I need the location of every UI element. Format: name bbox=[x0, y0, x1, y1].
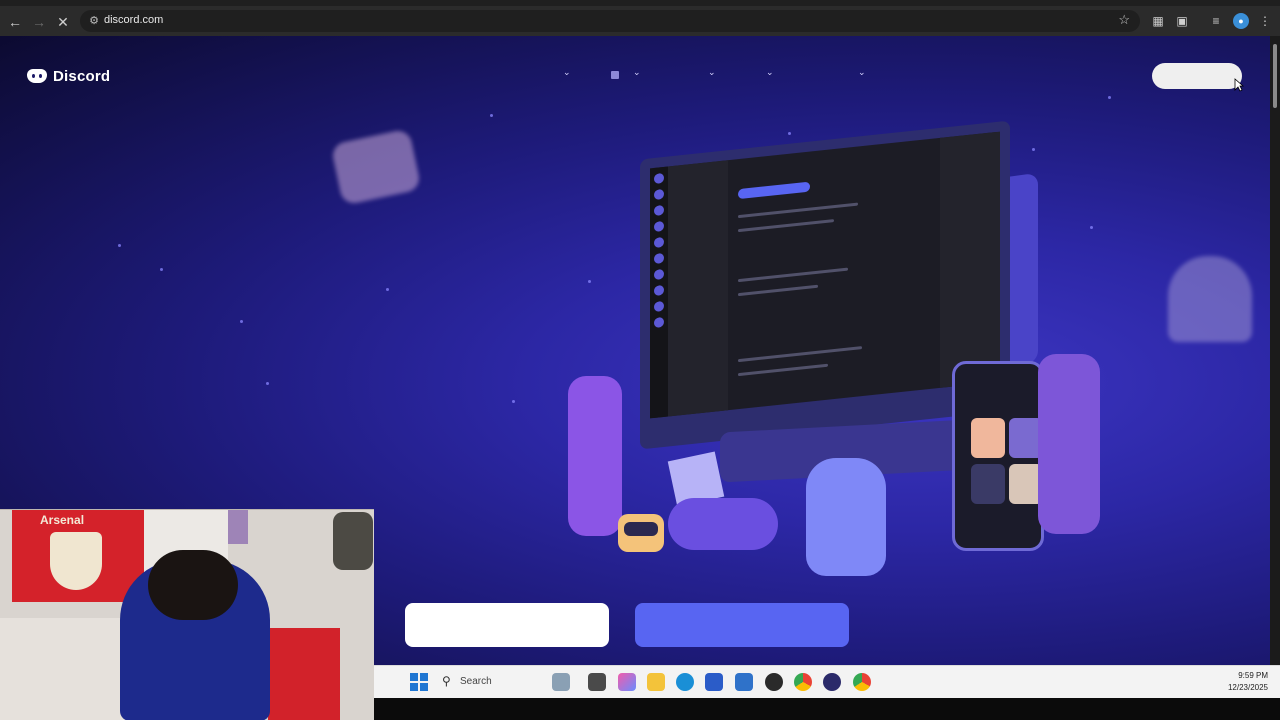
search-icon: ⚲ bbox=[442, 674, 451, 688]
game-controller-illustration bbox=[668, 498, 778, 550]
video-tile bbox=[971, 464, 1005, 504]
download-button[interactable] bbox=[405, 603, 609, 647]
nav-dropdown-chevron-icon[interactable]: ⌄ bbox=[858, 67, 866, 78]
bookmark-star-icon[interactable]: ☆ bbox=[1118, 12, 1130, 28]
file-explorer-icon[interactable] bbox=[647, 673, 665, 691]
streamer-hair bbox=[148, 550, 238, 620]
copilot-icon[interactable] bbox=[618, 673, 636, 691]
address-bar[interactable]: ⚙ discord.com ☆ bbox=[80, 10, 1140, 32]
crown-decoration bbox=[330, 128, 422, 206]
screen-bottom-border bbox=[374, 698, 1280, 720]
trophy-decoration bbox=[1168, 256, 1252, 342]
message-line bbox=[738, 202, 858, 219]
mouse-cursor-icon bbox=[1234, 78, 1244, 92]
star-decoration bbox=[1090, 226, 1093, 229]
star-decoration bbox=[1108, 96, 1111, 99]
message-line bbox=[738, 363, 828, 377]
message-line bbox=[738, 219, 834, 233]
discord-clyde-icon bbox=[27, 69, 47, 83]
message-line bbox=[738, 267, 848, 283]
extensions-puzzle-icon[interactable]: ▣ bbox=[1174, 13, 1190, 29]
video-tile bbox=[971, 418, 1005, 458]
star-decoration bbox=[788, 132, 791, 135]
login-button[interactable] bbox=[1152, 63, 1242, 89]
windows-taskbar: ⚲ Search 9:59 PM 12/23/2025 bbox=[374, 665, 1280, 698]
star-decoration bbox=[386, 288, 389, 291]
message-bubble bbox=[738, 181, 810, 200]
star-decoration bbox=[118, 244, 121, 247]
clock-time: 9:59 PM bbox=[1238, 671, 1268, 680]
page-scrollbar[interactable] bbox=[1270, 36, 1280, 665]
character-illustration bbox=[568, 376, 622, 536]
nav-dropdown-chevron-icon[interactable]: ⌄ bbox=[766, 67, 774, 78]
nav-dropdown-chevron-icon[interactable]: ⌄ bbox=[708, 67, 716, 78]
taskbar-search-label: Search bbox=[460, 676, 492, 687]
outlook-icon[interactable] bbox=[735, 673, 753, 691]
obs-icon[interactable] bbox=[823, 673, 841, 691]
scrollbar-thumb[interactable] bbox=[1273, 44, 1277, 108]
chrome-profile-icon[interactable] bbox=[853, 673, 871, 691]
arsenal-crest bbox=[50, 532, 102, 590]
app-icon[interactable] bbox=[765, 673, 783, 691]
site-info-icon[interactable]: ⚙ bbox=[86, 13, 102, 29]
browser-toolbar: ← → ✕ ⚙ discord.com ☆ ▦ ▣ ≡ ● ⋮ bbox=[0, 0, 1280, 36]
webcam-overlay: Arsenal bbox=[0, 509, 374, 720]
nav-dropdown-chevron-icon[interactable]: ⌄ bbox=[633, 67, 641, 78]
chrome-icon[interactable] bbox=[794, 673, 812, 691]
profile-avatar-icon[interactable]: ● bbox=[1233, 13, 1249, 29]
message-line bbox=[738, 284, 818, 297]
windows-start-icon[interactable] bbox=[410, 673, 428, 691]
open-in-browser-button[interactable] bbox=[635, 603, 849, 647]
stop-loading-icon[interactable]: ✕ bbox=[52, 11, 74, 33]
character-illustration bbox=[1038, 354, 1100, 534]
star-decoration bbox=[490, 114, 493, 117]
tab-search-icon[interactable]: ≡ bbox=[1208, 13, 1224, 29]
wall-poster bbox=[228, 510, 248, 544]
discord-logo[interactable]: Discord bbox=[27, 66, 110, 86]
extension-icon[interactable]: ▦ bbox=[1150, 13, 1166, 29]
store-icon[interactable] bbox=[705, 673, 723, 691]
clock-date: 12/23/2025 bbox=[1227, 683, 1268, 692]
forward-icon[interactable]: → bbox=[28, 11, 50, 33]
discord-wordmark: Discord bbox=[53, 67, 111, 85]
star-decoration bbox=[1032, 148, 1035, 151]
gaming-chair bbox=[268, 628, 340, 720]
address-url: discord.com bbox=[104, 14, 164, 26]
star-decoration bbox=[240, 320, 243, 323]
back-icon[interactable]: ← bbox=[4, 11, 26, 33]
star-decoration bbox=[266, 382, 269, 385]
flag-text: Arsenal bbox=[40, 513, 85, 527]
star-decoration bbox=[160, 268, 163, 271]
widgets-icon[interactable] bbox=[552, 673, 570, 691]
star-decoration bbox=[588, 280, 591, 283]
nav-dropdown-chevron-icon[interactable]: ⌄ bbox=[563, 67, 571, 78]
edge-icon[interactable] bbox=[676, 673, 694, 691]
star-decoration bbox=[512, 400, 515, 403]
phone-illustration bbox=[952, 361, 1044, 551]
taskbar-search[interactable]: ⚲ Search bbox=[436, 671, 542, 693]
message-line bbox=[738, 346, 862, 363]
menu-kebab-icon[interactable]: ⋮ bbox=[1257, 13, 1273, 29]
channel-list bbox=[668, 160, 728, 417]
discord-app-screenshot bbox=[650, 131, 1000, 419]
robot-illustration bbox=[618, 514, 664, 552]
server-list bbox=[650, 166, 668, 419]
nav-item-placeholder[interactable] bbox=[611, 71, 619, 79]
system-clock[interactable]: 9:59 PM 12/23/2025 bbox=[1228, 670, 1268, 694]
clyde-mascot-illustration bbox=[806, 458, 886, 576]
wall-controller bbox=[333, 512, 373, 570]
task-view-icon[interactable] bbox=[588, 673, 606, 691]
member-list bbox=[940, 131, 1000, 388]
